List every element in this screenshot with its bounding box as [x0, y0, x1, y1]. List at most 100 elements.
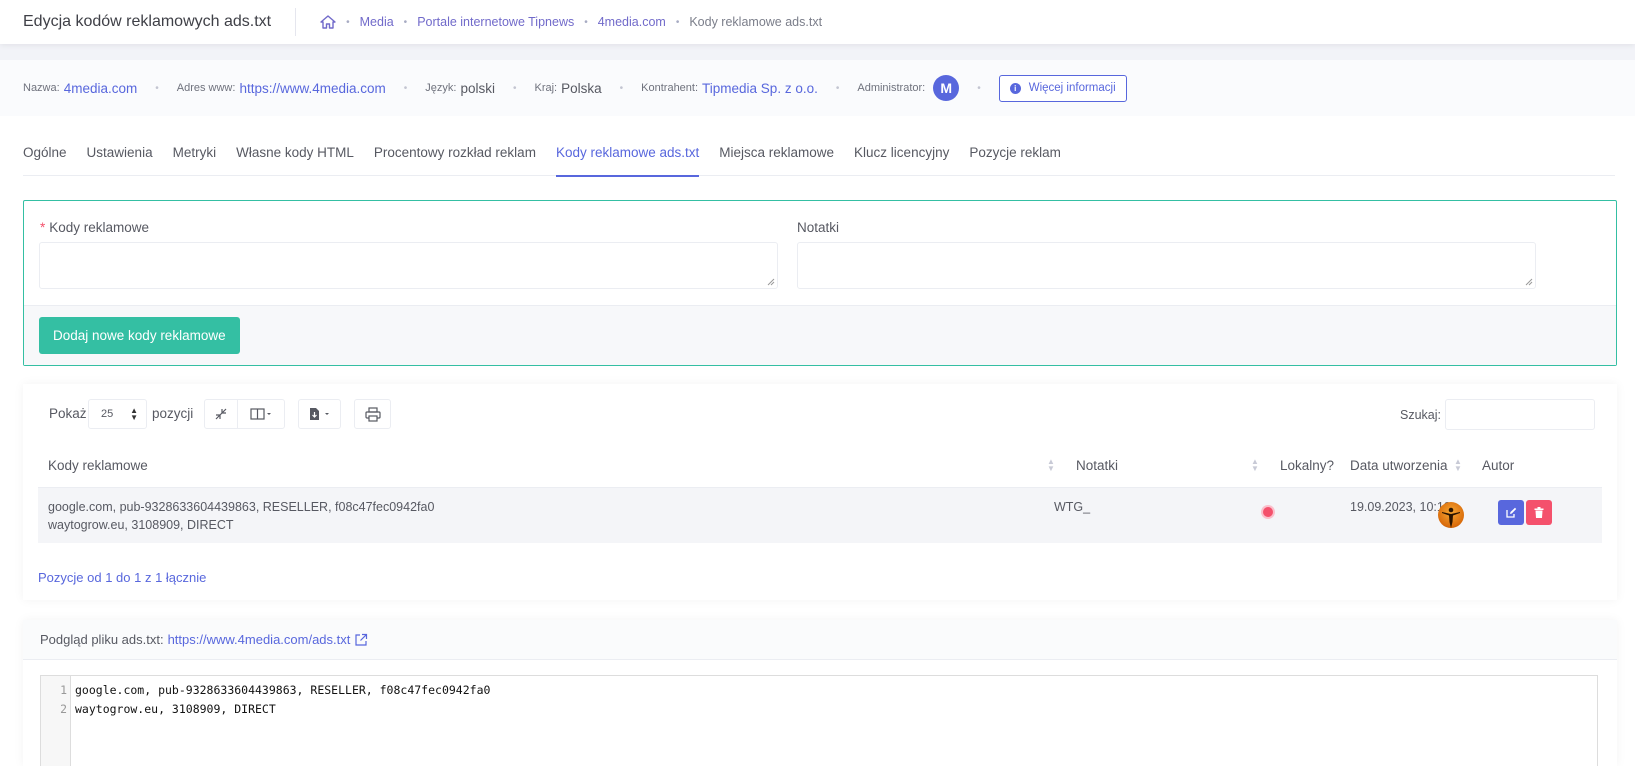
column-header-codes[interactable]: Kody reklamowe — [48, 458, 148, 473]
info-admin: Administrator: M — [857, 75, 960, 101]
info-www-label: Adres www: — [176, 82, 236, 94]
codes-table-card: Pokaż 25 ▲ ▼ pozycji Szukaj: Kody reklamo… — [23, 384, 1617, 600]
info-country-label: Kraj: — [534, 82, 558, 94]
form-footer: Dodaj nowe kody reklamowe — [24, 305, 1616, 365]
info-admin-label: Administrator: — [857, 82, 926, 94]
tabs: Ogólne Ustawienia Metryki Własne kody HT… — [23, 128, 1615, 177]
resize-grip-icon[interactable] — [767, 278, 775, 286]
breadcrumb-portals[interactable]: Portale internetowe Tipnews — [417, 15, 574, 29]
code-line: google.com, pub-9328633604439863, RESELL… — [75, 683, 491, 697]
columns-button[interactable] — [237, 399, 285, 429]
breadcrumb: • Media • Portale internetowe Tipnews • … — [320, 15, 822, 29]
more-info-label: Więcej informacji — [1028, 82, 1116, 94]
tab-ad-slots[interactable]: Miejsca reklamowe — [719, 128, 834, 176]
preview-label: Podgląd pliku ads.txt: — [40, 632, 164, 647]
search-input[interactable] — [1445, 399, 1595, 430]
add-codes-button[interactable]: Dodaj nowe kody reklamowe — [39, 317, 240, 354]
codes-textarea[interactable] — [39, 242, 778, 289]
info-icon: i — [1009, 82, 1021, 94]
person-silhouette-icon — [1442, 507, 1460, 528]
notes-field-label: Notatki — [797, 220, 840, 235]
table-row[interactable]: google.com, pub-9328633604439863, RESELL… — [38, 487, 1602, 543]
tab-ad-distribution[interactable]: Procentowy rozkład reklam — [374, 128, 536, 176]
line-number-gutter: 1 2 — [41, 676, 71, 766]
avatar[interactable]: M — [933, 75, 960, 101]
tab-general[interactable]: Ogólne — [23, 128, 67, 176]
sort-arrows-icon: ▲ ▼ — [130, 406, 138, 422]
info-www-link[interactable]: https://www.4media.com — [239, 81, 385, 96]
columns-icon — [250, 408, 271, 420]
row-created: 19.09.2023, 10:19 — [1350, 500, 1451, 514]
breadcrumb-separator: • — [346, 16, 350, 28]
delete-button[interactable] — [1526, 500, 1552, 525]
info-language: Język: polski — [425, 81, 495, 96]
breadcrumb-separator: • — [675, 16, 680, 28]
info-name: Nazwa: 4media.com — [23, 81, 137, 96]
compress-icon — [215, 408, 227, 420]
info-language-value: polski — [460, 80, 495, 96]
breadcrumb-separator: • — [403, 16, 408, 28]
table-footer-info: Pozycje od 1 do 1 z 1 łącznie — [38, 570, 207, 585]
sort-icon[interactable]: ▲ ▼ — [1454, 458, 1462, 473]
row-notes: WTG_ — [1054, 500, 1091, 514]
trash-icon — [1534, 507, 1544, 518]
tab-ad-positions[interactable]: Pozycje reklam — [969, 128, 1061, 176]
column-header-local[interactable]: Lokalny? — [1280, 458, 1334, 473]
info-contractor-link[interactable]: Tipmedia Sp. z o.o. — [702, 81, 818, 96]
tab-custom-html[interactable]: Własne kody HTML — [236, 128, 354, 176]
info-name-value[interactable]: 4media.com — [64, 81, 138, 96]
local-status-indicator — [1263, 507, 1273, 517]
edit-button[interactable] — [1498, 500, 1524, 525]
tab-metrics[interactable]: Metryki — [173, 128, 217, 176]
file-download-icon — [309, 408, 329, 420]
line-number: 2 — [60, 702, 67, 716]
breadcrumb-separator: • — [584, 16, 588, 28]
reset-filters-button[interactable] — [204, 399, 238, 429]
entries-label: pozycji — [152, 406, 194, 421]
resize-grip-icon[interactable] — [1525, 278, 1533, 286]
preview-header: Podgląd pliku ads.txt: https://www.4medi… — [23, 620, 1617, 660]
main-content: Ogólne Ustawienia Metryki Własne kody HT… — [0, 116, 1635, 766]
export-button[interactable] — [298, 399, 341, 429]
edit-icon — [1506, 507, 1517, 518]
external-link-icon[interactable] — [354, 633, 368, 647]
preview-url-link[interactable]: https://www.4media.com/ads.txt — [168, 632, 351, 647]
tab-license-key[interactable]: Klucz licencyjny — [854, 128, 949, 176]
row-codes-line-2: waytogrow.eu, 3108909, DIRECT — [48, 518, 234, 532]
print-button[interactable] — [354, 399, 391, 429]
sort-icon[interactable]: ▲ ▼ — [1047, 458, 1055, 473]
ads-txt-preview-card: Podgląd pliku ads.txt: https://www.4medi… — [23, 620, 1617, 766]
tab-ads-txt[interactable]: Kody reklamowe ads.txt — [555, 128, 700, 177]
row-codes-line-1: google.com, pub-9328633604439863, RESELL… — [48, 500, 435, 514]
code-viewer[interactable]: 1 2 google.com, pub-9328633604439863, RE… — [40, 675, 1598, 766]
print-icon — [364, 406, 381, 422]
column-header-author: Autor — [1482, 458, 1515, 473]
breadcrumb-site[interactable]: 4media.com — [598, 15, 666, 29]
author-avatar[interactable] — [1438, 502, 1464, 528]
info-language-label: Język: — [425, 82, 457, 94]
column-header-created[interactable]: Data utworzenia — [1350, 458, 1448, 473]
codes-label-text: Kody reklamowe — [49, 220, 150, 235]
home-icon[interactable] — [320, 15, 336, 29]
code-line: waytogrow.eu, 3108909, DIRECT — [75, 702, 276, 716]
info-country-value: Polska — [561, 80, 602, 96]
info-country: Kraj: Polska — [534, 81, 601, 96]
page-size-select[interactable]: 25 ▲ ▼ — [88, 399, 147, 429]
codes-field-label: * Kody reklamowe — [40, 220, 149, 235]
info-contractor-label: Kontrahent: — [641, 82, 699, 94]
notes-textarea[interactable] — [797, 242, 1536, 289]
header-divider — [295, 8, 297, 36]
column-header-notes[interactable]: Notatki — [1076, 458, 1118, 473]
site-info-bar: Nazwa: 4media.com • Adres www: https://w… — [0, 60, 1635, 116]
search-label: Szukaj: — [1400, 408, 1441, 422]
tab-settings[interactable]: Ustawienia — [87, 128, 153, 176]
more-info-button[interactable]: i Więcej informacji — [998, 74, 1127, 102]
info-name-label: Nazwa: — [23, 82, 60, 94]
breadcrumb-media[interactable]: Media — [360, 15, 394, 29]
info-contractor: Kontrahent: Tipmedia Sp. z o.o. — [641, 81, 818, 96]
sort-icon[interactable]: ▲ ▼ — [1251, 458, 1259, 473]
add-codes-form: * Kody reklamowe Notatki Dodaj nowe kody … — [23, 200, 1617, 366]
breadcrumb-current: Kody reklamowe ads.txt — [689, 15, 823, 29]
top-header: Edycja kodów reklamowych ads.txt • Media… — [0, 0, 1635, 44]
info-www: Adres www: https://www.4media.com — [177, 81, 386, 96]
